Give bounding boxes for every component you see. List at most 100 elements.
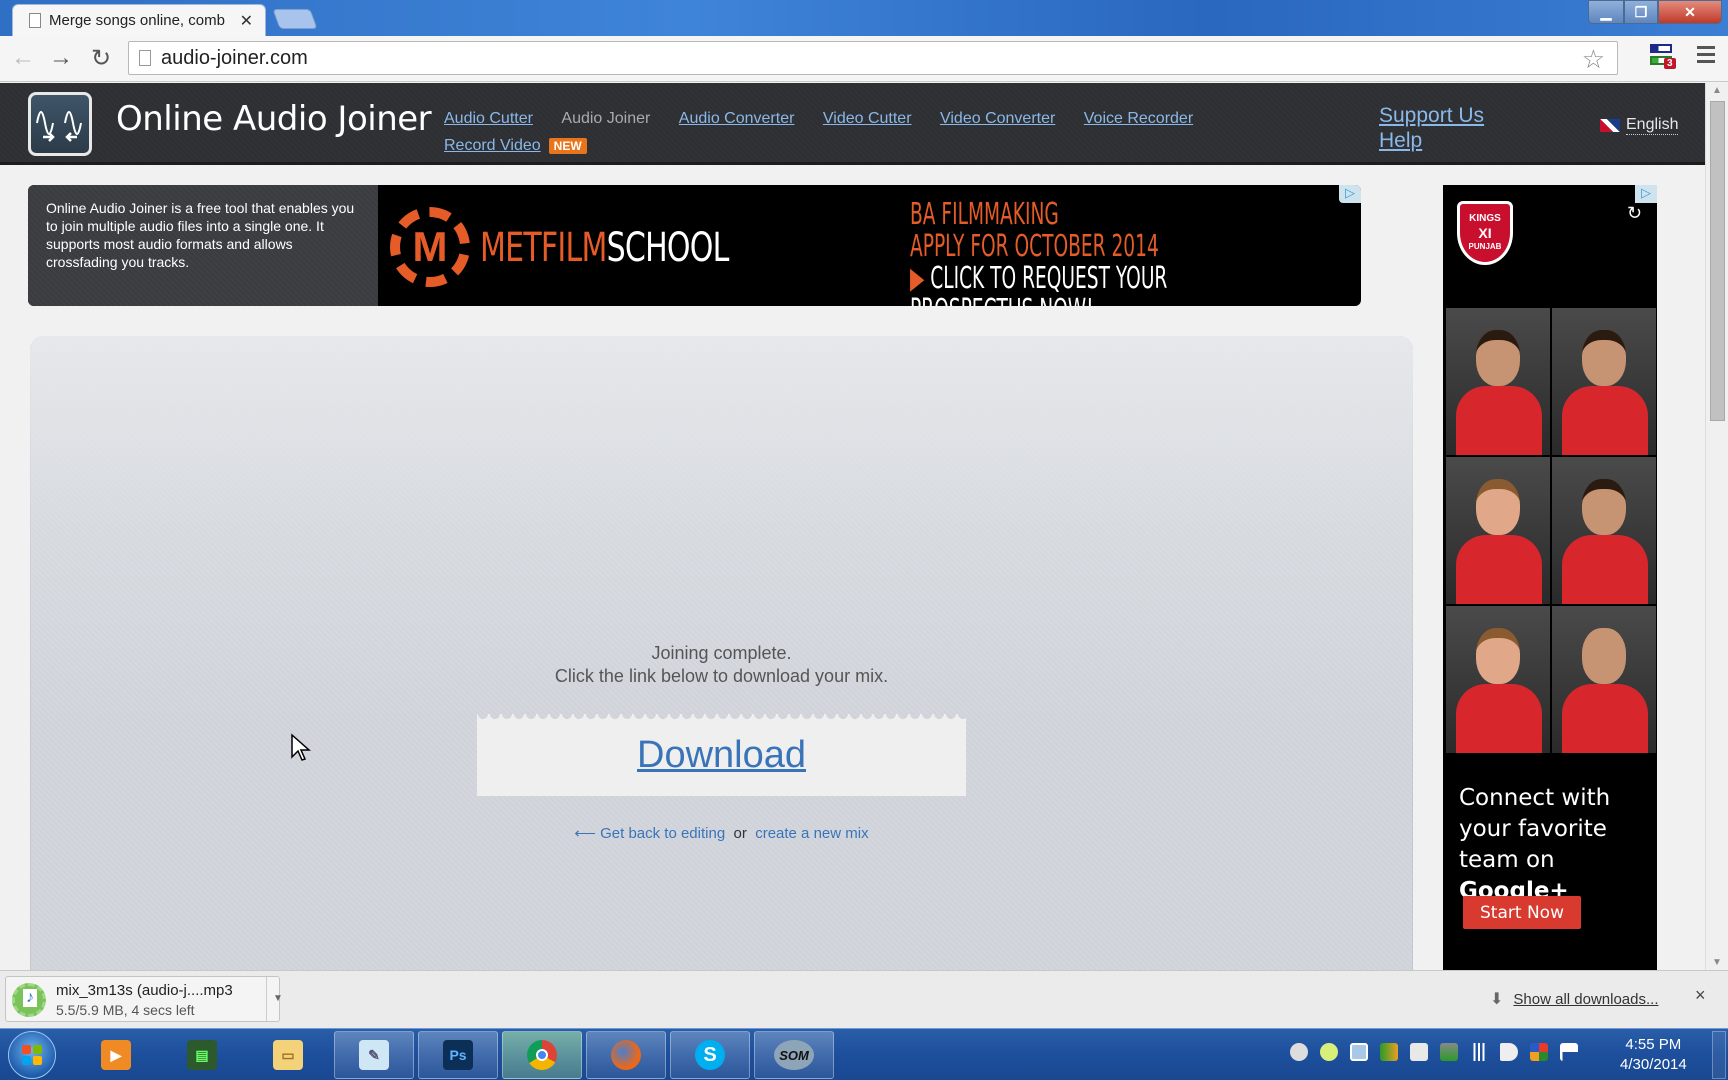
chrome-icon[interactable]: [502, 1031, 582, 1079]
windows-taskbar: ▶ ▤ ▭ ✎ Ps S SOM 4:55 PM 4/30/2014: [0, 1028, 1728, 1080]
adchoices-icon[interactable]: ▷: [1635, 185, 1657, 203]
help-link[interactable]: Help: [1379, 128, 1484, 153]
support-us-link[interactable]: Support Us: [1379, 103, 1484, 128]
forward-button[interactable]: →: [46, 44, 76, 72]
nav-audio-joiner[interactable]: Audio Joiner: [561, 105, 650, 132]
show-all-downloads[interactable]: ⬇ Show all downloads...: [1490, 989, 1659, 1009]
browser-tab[interactable]: Merge songs online, comb ✕: [12, 4, 266, 36]
task-manager-icon[interactable]: ▤: [162, 1031, 242, 1079]
download-manager-tray-icon[interactable]: [1380, 1043, 1398, 1061]
close-shelf-icon[interactable]: ×: [1695, 985, 1706, 1006]
restore-button[interactable]: ❐: [1624, 0, 1658, 24]
page-viewport: Online Audio Joiner Audio Cutter Audio J…: [0, 83, 1705, 970]
download-link[interactable]: Download: [637, 734, 806, 777]
nav-video-cutter[interactable]: Video Cutter: [823, 105, 912, 132]
start-button[interactable]: [8, 1031, 56, 1079]
window-titlebar: Merge songs online, comb ✕ ▁ ❐ ✕: [0, 0, 1728, 36]
download-status: 5.5/5.9 MB, 4 secs left: [56, 1002, 195, 1018]
audio-file-icon: [12, 983, 46, 1017]
bookmark-star-icon[interactable]: ☆: [1582, 44, 1605, 75]
file-explorer-icon[interactable]: ▭: [248, 1031, 328, 1079]
scrollbar-thumb[interactable]: [1710, 101, 1725, 421]
tray-app-icon[interactable]: [1320, 1043, 1338, 1061]
new-tab-button[interactable]: [272, 9, 318, 29]
nav-record-video[interactable]: Record Video: [444, 132, 541, 159]
nav-voice-recorder[interactable]: Voice Recorder: [1084, 105, 1193, 132]
chrome-menu-icon[interactable]: [1697, 46, 1715, 67]
power-tray-icon[interactable]: [1410, 1043, 1428, 1061]
back-to-editing-link[interactable]: Get back to editing: [600, 825, 725, 842]
firefox-icon[interactable]: [586, 1031, 666, 1079]
close-window-button[interactable]: ✕: [1658, 0, 1722, 24]
tab-title: Merge songs online, comb: [49, 12, 225, 29]
refresh-icon[interactable]: ↻: [1627, 203, 1642, 224]
brand-white: SCHOOL: [606, 225, 730, 271]
download-menu-arrow-icon[interactable]: ▼: [266, 977, 283, 1021]
metfilm-brand: METFILMSCHOOL: [480, 225, 729, 271]
nav-video-converter[interactable]: Video Converter: [940, 105, 1055, 132]
player-photo: [1552, 308, 1656, 455]
browser-toolbar: ← → ↻ audio-joiner.com ☆ 3: [0, 36, 1728, 82]
clock-date: 4/30/2014: [1620, 1056, 1687, 1073]
page-icon: [29, 13, 41, 28]
vertical-scrollbar[interactable]: ▲ ▼: [1705, 83, 1728, 970]
site-title: Online Audio Joiner: [116, 99, 432, 139]
system-clock[interactable]: 4:55 PM 4/30/2014: [1620, 1035, 1687, 1075]
show-all-downloads-link[interactable]: Show all downloads...: [1513, 991, 1658, 1008]
url-text: audio-joiner.com: [161, 46, 308, 69]
skype-icon[interactable]: S: [670, 1031, 750, 1079]
volume-icon[interactable]: [1500, 1043, 1518, 1061]
action-center-flag-icon[interactable]: [1560, 1043, 1578, 1061]
ad-text-line: Connect with: [1459, 785, 1611, 811]
top-banner-ad[interactable]: Online Audio Joiner is a free tool that …: [28, 185, 1361, 306]
ad-line-2: APPLY FOR OCTOBER 2014: [910, 229, 1159, 264]
result-panel: Joining complete. Click the link below t…: [30, 336, 1413, 970]
scroll-up-icon[interactable]: ▲: [1712, 85, 1722, 96]
download-item[interactable]: mix_3m13s (audio-j....mp3 5.5/5.9 MB, 4 …: [5, 976, 283, 1022]
post-actions: ⟵ Get back to editing or create a new mi…: [30, 824, 1413, 842]
uk-flag-icon: [1600, 119, 1620, 132]
download-arrow-icon: ⬇: [1490, 991, 1504, 1008]
brand-orange: METFILM: [480, 225, 607, 271]
nav-audio-cutter[interactable]: Audio Cutter: [444, 105, 533, 132]
back-button[interactable]: ←: [8, 44, 38, 72]
network-signal-icon[interactable]: [1470, 1043, 1488, 1061]
photoshop-icon[interactable]: Ps: [418, 1031, 498, 1079]
safely-remove-tray-icon[interactable]: [1440, 1043, 1458, 1061]
tray-app-icon[interactable]: [1530, 1043, 1548, 1061]
som-icon[interactable]: SOM: [754, 1031, 834, 1079]
start-now-button[interactable]: Start Now: [1463, 896, 1581, 929]
ad-text-line: your favorite: [1459, 816, 1607, 842]
new-mix-link[interactable]: create a new mix: [755, 825, 868, 842]
back-arrow-icon: ⟵: [574, 825, 596, 842]
minimize-button[interactable]: ▁: [1588, 0, 1624, 24]
ad-copy: BA FILMMAKING APPLY FOR OCTOBER 2014 ▶ C…: [910, 197, 1190, 307]
ad-line-1: BA FILMMAKING: [910, 197, 1059, 232]
player-grid: [1446, 308, 1656, 753]
page-icon: [139, 50, 151, 66]
ad-line-3: ▶ CLICK TO REQUEST YOUR PROSPECTUS NOW!: [910, 263, 1190, 307]
close-tab-icon[interactable]: ✕: [240, 11, 253, 31]
media-player-icon[interactable]: ▶: [76, 1031, 156, 1079]
reload-button[interactable]: ↻: [86, 44, 116, 73]
site-logo[interactable]: [28, 92, 92, 156]
scroll-down-icon[interactable]: ▼: [1712, 957, 1722, 968]
player-photo: [1446, 457, 1550, 604]
show-desktop-button[interactable]: [1712, 1031, 1726, 1079]
player-photo: [1552, 457, 1656, 604]
site-nav: Audio Cutter Audio Joiner Audio Converte…: [444, 105, 1264, 159]
metfilm-logo-icon: M: [390, 207, 470, 287]
language-selector[interactable]: English: [1600, 116, 1679, 135]
status-line-2: Click the link below to download your mi…: [554, 666, 889, 686]
adchoices-icon[interactable]: ▷: [1339, 185, 1361, 203]
status-message: Joining complete. Click the link below t…: [30, 642, 1413, 688]
address-bar[interactable]: audio-joiner.com ☆: [128, 41, 1618, 75]
extension-icon[interactable]: 3: [1650, 44, 1676, 69]
download-box: Download: [477, 714, 966, 796]
messenger-tray-icon[interactable]: [1290, 1043, 1308, 1061]
nav-audio-converter[interactable]: Audio Converter: [679, 105, 795, 132]
notepad-icon[interactable]: ✎: [334, 1031, 414, 1079]
side-ad[interactable]: KINGS XI PUNJAB ↻ ▷ Connect with your fa…: [1443, 185, 1657, 970]
tray-app-icon[interactable]: [1350, 1043, 1368, 1061]
mouse-cursor-icon: [291, 733, 311, 761]
